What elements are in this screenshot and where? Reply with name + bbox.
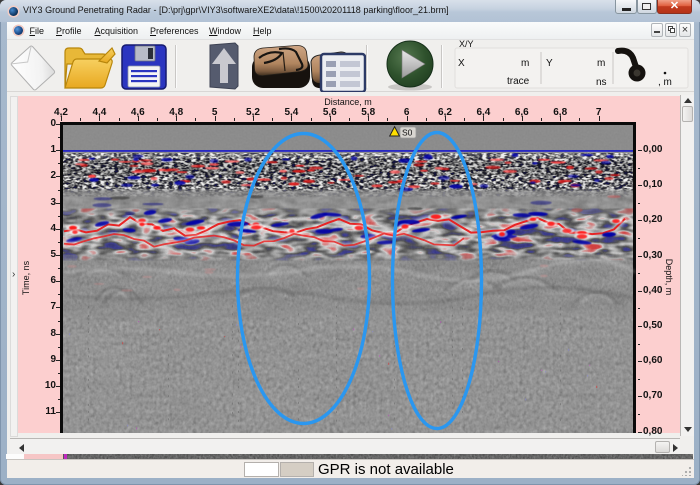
svg-text:m: m bbox=[521, 58, 529, 69]
svg-text:m: m bbox=[597, 58, 605, 69]
svg-text:X/Y: X/Y bbox=[459, 40, 474, 49]
svg-text:S0: S0 bbox=[402, 127, 413, 137]
svg-text:trace: trace bbox=[507, 76, 530, 87]
svg-text:X: X bbox=[458, 58, 465, 69]
svg-text:ns: ns bbox=[596, 77, 607, 88]
svg-text:, m: , m bbox=[658, 77, 672, 88]
svg-text:Y: Y bbox=[546, 58, 553, 69]
